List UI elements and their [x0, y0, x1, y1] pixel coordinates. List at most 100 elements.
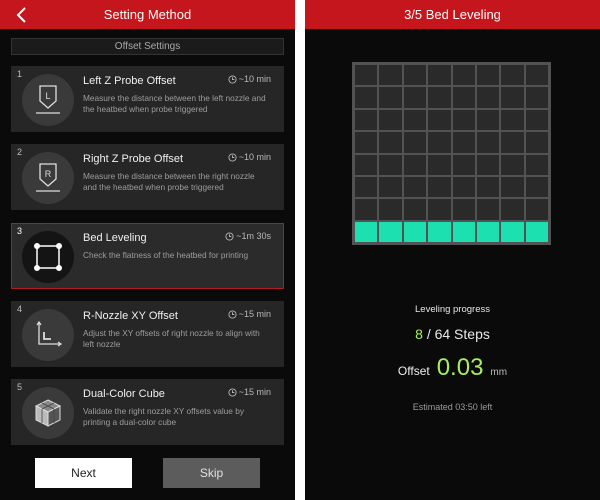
- page-title: 3/5 Bed Leveling: [404, 7, 501, 22]
- grid-cell: [476, 109, 500, 131]
- item-duration: ~10 min: [228, 74, 271, 84]
- right-nozzle-probe-icon: R: [22, 152, 74, 204]
- offset-label: Offset: [397, 364, 430, 378]
- setting-method-screen: Setting Method Offset Settings 1 L Left …: [0, 0, 295, 500]
- list-item-bed-leveling[interactable]: 3 Bed Leveling ~1m 30s Check the flatnes…: [11, 223, 284, 289]
- item-title: Right Z Probe Offset: [83, 153, 184, 165]
- grid-cell: [452, 109, 475, 131]
- item-description: Adjust the XY offsets of right nozzle to…: [83, 328, 260, 349]
- grid-cell: [476, 221, 500, 242]
- item-description: Measure the distance between the left no…: [83, 93, 266, 114]
- item-title: R-Nozzle XY Offset: [83, 310, 178, 322]
- bed-leveling-icon: [22, 231, 74, 283]
- grid-cell: [355, 87, 378, 108]
- header-bar: 3/5 Bed Leveling: [305, 0, 600, 29]
- item-title: Bed Leveling: [83, 232, 147, 244]
- cube-icon: [22, 387, 74, 439]
- grid-cell: [476, 199, 500, 220]
- grid-cell: [428, 199, 451, 220]
- section-title: Offset Settings: [11, 38, 284, 55]
- grid-cell: [428, 176, 451, 198]
- steps-progress: 8 / 64 Steps: [305, 326, 600, 342]
- steps-done: 8: [415, 326, 423, 342]
- grid-cell: [452, 65, 475, 86]
- item-duration: ~1m 30s: [225, 231, 271, 241]
- clock-icon: [228, 309, 237, 319]
- grid-cell: [501, 221, 524, 242]
- grid-cell: [355, 199, 378, 220]
- grid-cell: [525, 132, 548, 153]
- offset-value: 0.03: [436, 354, 484, 381]
- offset-readout: Offset 0.03 mm: [305, 354, 600, 382]
- grid-cell: [403, 176, 427, 198]
- grid-cell: [501, 154, 524, 175]
- progress-label: Leveling progress: [415, 304, 490, 315]
- grid-cell: [476, 87, 500, 108]
- grid-cell: [501, 176, 524, 198]
- next-button[interactable]: Next: [35, 458, 132, 488]
- grid-cell: [525, 109, 548, 131]
- svg-text:L: L: [45, 91, 50, 101]
- item-description: Check the flatness of the heatbed for pr…: [83, 250, 249, 260]
- grid-cell: [452, 199, 475, 220]
- grid-cell: [476, 176, 500, 198]
- steps-separator: /: [426, 326, 431, 342]
- grid-cell: [379, 199, 402, 220]
- grid-cell: [501, 65, 524, 86]
- grid-cell: [476, 65, 500, 86]
- grid-cell: [428, 109, 451, 131]
- item-duration: ~15 min: [228, 309, 271, 319]
- grid-cell: [452, 176, 475, 198]
- clock-icon: [228, 74, 237, 84]
- item-description: Validate the right nozzle XY offsets val…: [83, 406, 244, 427]
- clock-icon: [225, 231, 234, 241]
- grid-cell: [501, 109, 524, 131]
- item-number: 4: [17, 304, 23, 314]
- grid-cell: [355, 65, 378, 86]
- grid-cell: [403, 65, 427, 86]
- header-bar: Setting Method: [0, 0, 295, 29]
- grid-cell: [379, 132, 402, 153]
- left-nozzle-probe-icon: L: [22, 74, 74, 126]
- item-duration: ~10 min: [228, 152, 271, 162]
- estimated-time: Estimated 03:50 left: [412, 402, 493, 412]
- grid-cell: [428, 87, 451, 108]
- grid-cell: [476, 132, 500, 153]
- grid-cell: [428, 132, 451, 153]
- grid-cell: [355, 221, 378, 242]
- list-item-right-z-probe[interactable]: 2 R Right Z Probe Offset ~10 min Measure…: [11, 144, 284, 210]
- grid-cell: [452, 221, 475, 242]
- item-title: Left Z Probe Offset: [83, 75, 176, 87]
- clock-icon: [228, 387, 237, 397]
- grid-cell: [379, 221, 402, 242]
- grid-cell: [379, 109, 402, 131]
- item-duration: ~15 min: [228, 387, 271, 397]
- grid-cell: [501, 199, 524, 220]
- item-number: 2: [17, 147, 23, 157]
- grid-cell: [525, 65, 548, 86]
- bed-leveling-screen: 3/5 Bed Leveling Leveling progress 8 / 6…: [305, 0, 600, 500]
- grid-cell: [452, 132, 475, 153]
- grid-cell: [428, 154, 451, 175]
- grid-cell: [525, 87, 548, 108]
- list-item-left-z-probe[interactable]: 1 L Left Z Probe Offset ~10 min Measure …: [11, 66, 284, 132]
- grid-cell: [428, 65, 451, 86]
- grid-cell: [428, 221, 451, 242]
- item-number: 1: [17, 69, 23, 79]
- xy-axis-icon: [22, 309, 74, 361]
- grid-cell: [525, 154, 548, 175]
- grid-cell: [403, 109, 427, 131]
- item-number: 3: [17, 226, 23, 236]
- grid-cell: [476, 154, 500, 175]
- list-item-dual-color-cube[interactable]: 5 Dual-Color Cube ~15 min Validate the r…: [11, 379, 284, 445]
- grid-cell: [379, 87, 402, 108]
- grid-cell: [403, 132, 427, 153]
- svg-text:R: R: [45, 169, 52, 179]
- offset-unit: mm: [490, 367, 508, 378]
- grid-cell: [403, 154, 427, 175]
- grid-cell: [355, 176, 378, 198]
- list-item-r-nozzle-xy-offset[interactable]: 4 R-Nozzle XY Offset ~15 min Adjust the …: [11, 301, 284, 367]
- grid-cell: [525, 199, 548, 220]
- skip-button[interactable]: Skip: [163, 458, 260, 488]
- item-description: Measure the distance between the right n…: [83, 171, 255, 192]
